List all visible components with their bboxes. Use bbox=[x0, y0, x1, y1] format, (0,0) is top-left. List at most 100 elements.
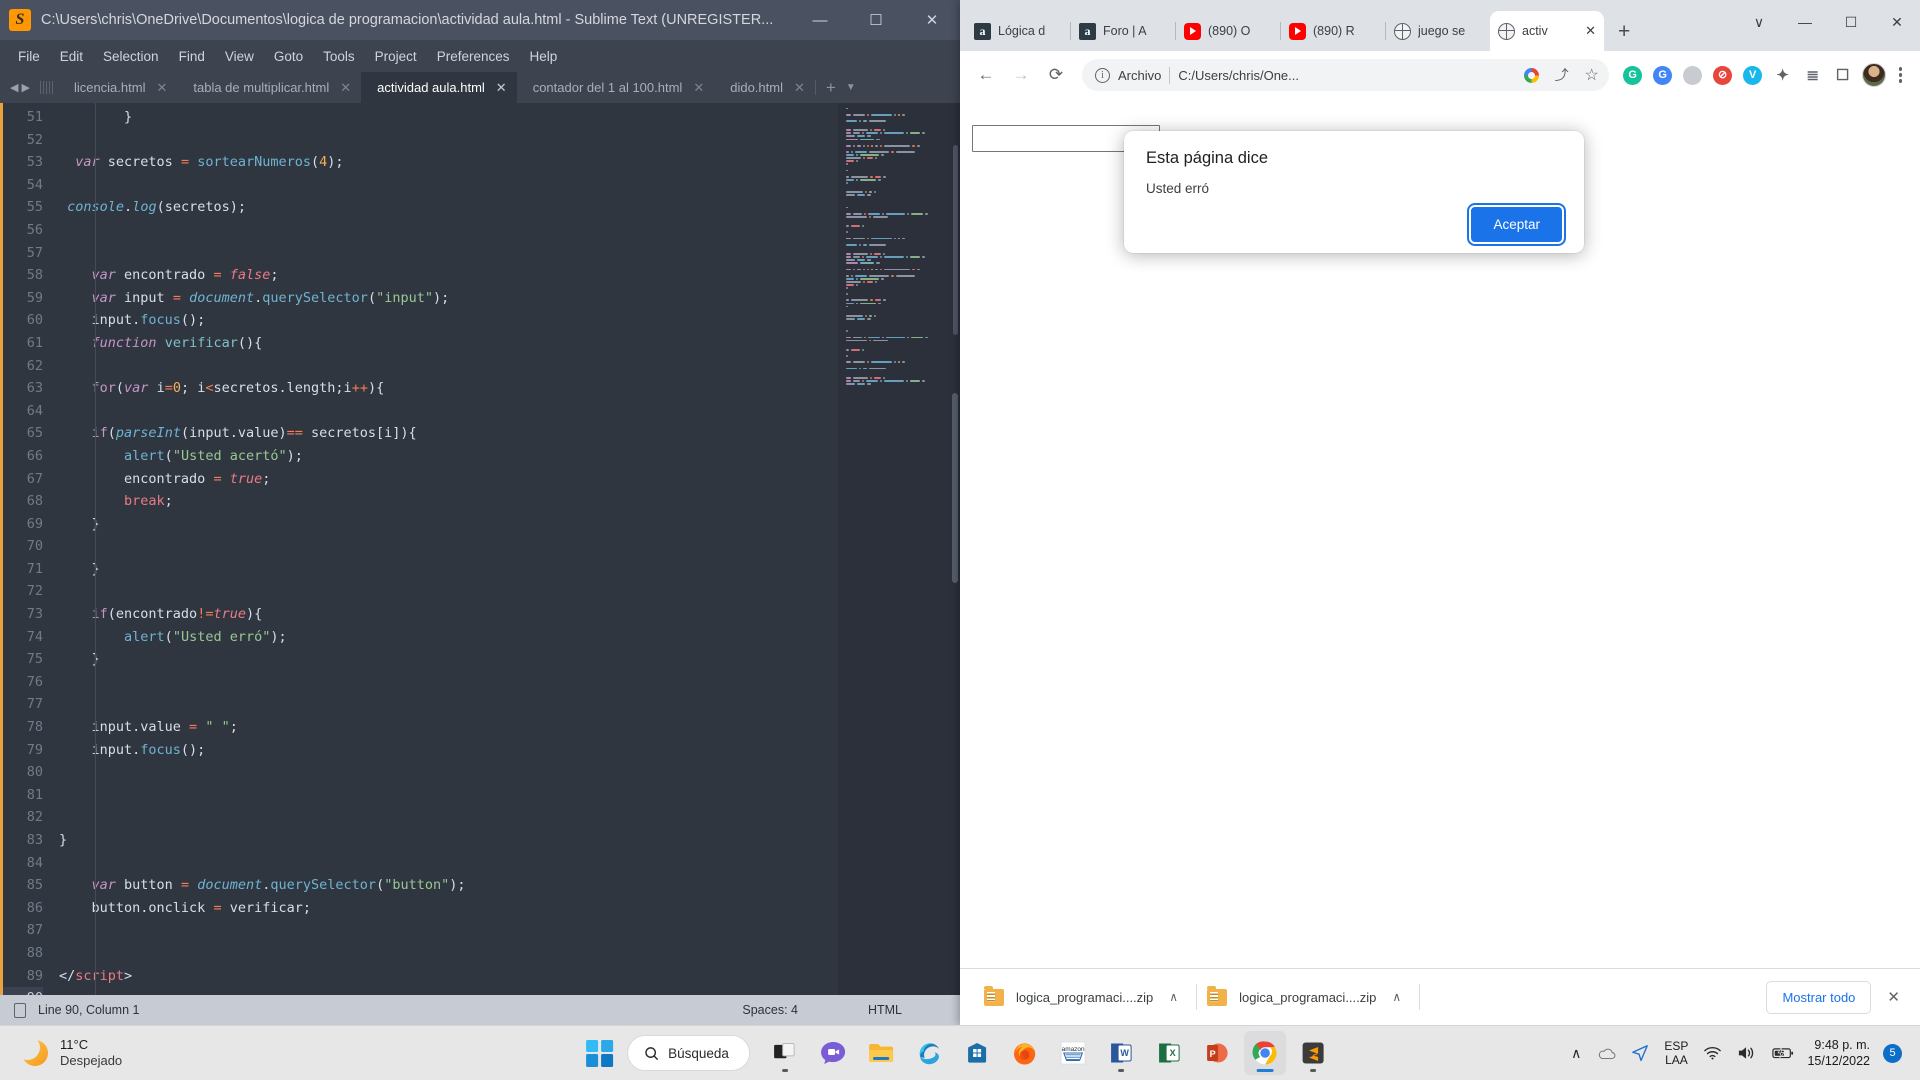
code-line[interactable] bbox=[55, 671, 838, 694]
address-bar[interactable]: i Archivo C:/Users/chris/One... ⤴ ☆ bbox=[1082, 59, 1609, 91]
indentation-label[interactable]: Spaces: 4 bbox=[742, 1003, 798, 1017]
microsoft-store-icon[interactable] bbox=[956, 1031, 998, 1075]
browser-tab[interactable]: (890) R bbox=[1281, 11, 1385, 51]
battery-charging-icon[interactable] bbox=[1772, 1046, 1794, 1060]
code-line[interactable]: if(parseInt(input.value)== secretos[i]){ bbox=[55, 422, 838, 445]
chat-icon[interactable] bbox=[812, 1031, 854, 1075]
tab-search-icon[interactable]: ∨ bbox=[1736, 0, 1782, 44]
code-line[interactable]: if(encontrado!=true){ bbox=[55, 603, 838, 626]
editor-tab-close-icon[interactable]: ✕ bbox=[340, 80, 351, 96]
taskbar-search-box[interactable]: Búsqueda bbox=[627, 1035, 750, 1071]
code-line[interactable]: var button = document.querySelector("but… bbox=[55, 874, 838, 897]
editor-tab[interactable]: dido.html ✕ bbox=[714, 72, 815, 103]
location-icon[interactable] bbox=[1631, 1044, 1649, 1062]
weather-widget[interactable]: 11°C Despejado bbox=[0, 1035, 122, 1070]
google-translate-extension[interactable]: G bbox=[1649, 61, 1677, 89]
language-indicator[interactable]: ESP LAA bbox=[1664, 1039, 1688, 1068]
show-all-downloads-button[interactable]: Mostrar todo bbox=[1766, 980, 1872, 1014]
editor-minimap[interactable] bbox=[838, 103, 960, 995]
notification-badge[interactable]: 5 bbox=[1883, 1043, 1902, 1063]
browser-tab[interactable]: a Foro | A bbox=[1071, 11, 1175, 51]
browser-tab[interactable]: a Lógica d bbox=[966, 11, 1070, 51]
minimize-button[interactable]: — bbox=[792, 0, 848, 40]
code-line[interactable] bbox=[55, 987, 838, 995]
firefox-icon[interactable] bbox=[1004, 1031, 1046, 1075]
editor-tab-active[interactable]: actividad aula.html ✕ bbox=[361, 72, 517, 103]
code-line[interactable] bbox=[55, 919, 838, 942]
microsoft-excel-icon[interactable]: X bbox=[1148, 1031, 1190, 1075]
microsoft-word-icon[interactable]: W bbox=[1100, 1031, 1142, 1075]
code-line[interactable]: for(var i=0; i<secretos.length;i++){ bbox=[55, 377, 838, 400]
close-button[interactable]: ✕ bbox=[904, 0, 960, 40]
code-line[interactable] bbox=[55, 580, 838, 603]
reader-extension[interactable] bbox=[1679, 61, 1707, 89]
code-line[interactable]: function verificar(){ bbox=[55, 332, 838, 355]
code-line[interactable] bbox=[55, 761, 838, 784]
browser-tab[interactable]: (890) O bbox=[1176, 11, 1280, 51]
editor-tab-close-icon[interactable]: ✕ bbox=[496, 80, 507, 96]
editor-tab[interactable]: tabla de multiplicar.html ✕ bbox=[177, 72, 361, 103]
code-line[interactable] bbox=[55, 784, 838, 807]
editor-scrollbar[interactable] bbox=[950, 103, 960, 995]
code-line[interactable] bbox=[55, 355, 838, 378]
code-line[interactable] bbox=[55, 242, 838, 265]
share-icon[interactable]: ⤴ bbox=[1551, 64, 1573, 86]
download-item[interactable]: logica_programaci....zip ∧ bbox=[974, 977, 1196, 1017]
url-text[interactable]: C:/Users/chris/One... bbox=[1178, 68, 1512, 83]
code-line[interactable]: button.onclick = verificar; bbox=[55, 897, 838, 920]
bookmark-star-icon[interactable]: ☆ bbox=[1581, 64, 1603, 86]
menu-item-preferences[interactable]: Preferences bbox=[427, 45, 520, 68]
code-line[interactable]: input.value = " "; bbox=[55, 716, 838, 739]
code-line[interactable] bbox=[55, 942, 838, 965]
menu-item-goto[interactable]: Goto bbox=[264, 45, 313, 68]
editor-tab[interactable]: contador del 1 al 100.html ✕ bbox=[517, 72, 715, 103]
reading-list[interactable]: ≣ bbox=[1799, 61, 1827, 89]
code-line[interactable]: input.focus(); bbox=[55, 739, 838, 762]
code-line[interactable]: var secretos = sortearNumeros(4); bbox=[55, 151, 838, 174]
wifi-icon[interactable] bbox=[1703, 1045, 1722, 1061]
code-line[interactable] bbox=[55, 852, 838, 875]
onedrive-icon[interactable] bbox=[1596, 1046, 1616, 1060]
editor-code-area[interactable]: } var secretos = sortearNumeros(4); cons… bbox=[55, 103, 838, 995]
code-line[interactable]: </script> bbox=[55, 965, 838, 988]
file-explorer-icon[interactable] bbox=[860, 1031, 902, 1075]
code-line[interactable]: } bbox=[55, 106, 838, 129]
grammarly-extension[interactable]: G bbox=[1619, 61, 1647, 89]
code-line[interactable]: encontrado = true; bbox=[55, 468, 838, 491]
avatar[interactable] bbox=[1860, 61, 1888, 89]
sidebar-toggle-icon[interactable] bbox=[14, 1002, 26, 1018]
code-line[interactable]: console.log(secretos); bbox=[55, 196, 838, 219]
code-line[interactable]: } bbox=[55, 513, 838, 536]
code-line[interactable]: } bbox=[55, 648, 838, 671]
menu-item-help[interactable]: Help bbox=[520, 45, 568, 68]
maximize-button[interactable]: ☐ bbox=[1828, 0, 1874, 44]
code-line[interactable]: var input = document.querySelector("inpu… bbox=[55, 287, 838, 310]
tab-next-icon[interactable]: ▶ bbox=[21, 81, 29, 94]
code-line[interactable]: var encontrado = false; bbox=[55, 264, 838, 287]
browser-tab-active[interactable]: activ ✕ bbox=[1490, 11, 1604, 51]
forward-button[interactable]: → bbox=[1005, 59, 1037, 91]
new-tab-button[interactable]: + bbox=[816, 72, 846, 103]
editor-tab-close-icon[interactable]: ✕ bbox=[693, 80, 704, 96]
task-view-icon[interactable] bbox=[764, 1031, 806, 1075]
code-line[interactable] bbox=[55, 129, 838, 152]
sublime-text-icon[interactable] bbox=[1292, 1031, 1334, 1075]
code-line[interactable]: } bbox=[55, 558, 838, 581]
tab-overflow-menu-icon[interactable]: ▼ bbox=[846, 72, 866, 103]
windows-start-icon[interactable] bbox=[586, 1039, 614, 1067]
code-line[interactable] bbox=[55, 400, 838, 423]
microsoft-powerpoint-icon[interactable]: P bbox=[1196, 1031, 1238, 1075]
menu-item-file[interactable]: File bbox=[8, 45, 50, 68]
editor-tab[interactable]: licencia.html ✕ bbox=[58, 72, 177, 103]
tab-prev-icon[interactable]: ◀ bbox=[10, 81, 18, 94]
code-line[interactable]: input.focus(); bbox=[55, 309, 838, 332]
editor-tab-close-icon[interactable]: ✕ bbox=[156, 80, 167, 96]
microsoft-edge-icon[interactable] bbox=[908, 1031, 950, 1075]
close-button[interactable]: ✕ bbox=[1874, 0, 1920, 44]
browser-tab[interactable]: juego se bbox=[1386, 11, 1490, 51]
code-line[interactable]: alert("Usted acertó"); bbox=[55, 445, 838, 468]
syntax-label[interactable]: HTML bbox=[868, 1003, 902, 1017]
new-tab-button[interactable]: + bbox=[1604, 20, 1644, 51]
menu-item-tools[interactable]: Tools bbox=[313, 45, 365, 68]
code-line[interactable] bbox=[55, 693, 838, 716]
